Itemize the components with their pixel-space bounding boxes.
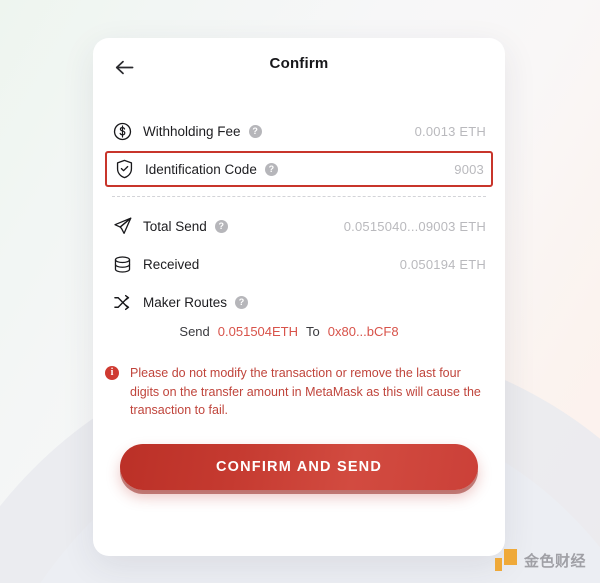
page-title: Confirm [269,55,329,72]
dollar-circle-icon [112,121,133,142]
row-label: Maker Routes [143,294,228,310]
row-value: 0.0013 ETH [414,123,486,139]
row-identification-code: Identification Code ? 9003 [105,151,493,187]
warning-text: Please do not modify the transaction or … [130,366,481,417]
watermark-text: 金色财经 [523,552,586,570]
row-maker-routes: Maker Routes ? [105,283,493,321]
help-icon[interactable]: ? [248,124,262,138]
maker-route-detail: Send 0.051504ETH To 0x80...bCF8 [105,324,493,339]
route-send-amount: 0.051504ETH [217,324,299,339]
shield-check-icon [114,159,135,180]
dashed-divider [112,196,486,197]
row-received: Received 0.050194 ETH [105,245,493,283]
row-total-send: Total Send ? 0.0515040...09003 ETH [105,207,493,245]
row-value: 9003 [454,161,484,177]
warning-message: i Please do not modify the transaction o… [105,364,487,420]
dialog-header: Confirm [93,38,505,94]
route-to-address: 0x80...bCF8 [327,324,399,339]
paper-plane-icon [112,216,133,237]
row-label: Total Send [143,218,207,234]
route-to-label: To [306,324,320,339]
detail-rows: Withholding Fee ? 0.0013 ETH Identificat… [93,112,505,339]
row-withholding-fee: Withholding Fee ? 0.0013 ETH [105,112,493,150]
info-circle-icon: i [105,366,119,380]
help-icon[interactable]: ? [235,295,249,309]
confirm-dialog-card: Confirm Withholding Fee ? 0.0013 ETH Ide… [93,38,505,556]
help-icon[interactable]: ? [214,219,228,233]
row-label: Withholding Fee [143,123,241,139]
row-label: Identification Code [145,161,257,177]
confirm-and-send-button[interactable]: CONFIRM AND SEND [120,443,478,490]
row-value: 0.0515040...09003 ETH [343,218,486,234]
shuffle-icon [112,292,133,313]
help-icon[interactable]: ? [264,162,278,176]
row-label: Received [143,256,200,272]
row-value: 0.050194 ETH [399,256,486,272]
jinse-logo-icon [494,549,517,571]
route-send-label: Send [179,324,210,339]
watermark: 金色财经 [494,549,586,571]
database-stack-icon [112,254,133,275]
